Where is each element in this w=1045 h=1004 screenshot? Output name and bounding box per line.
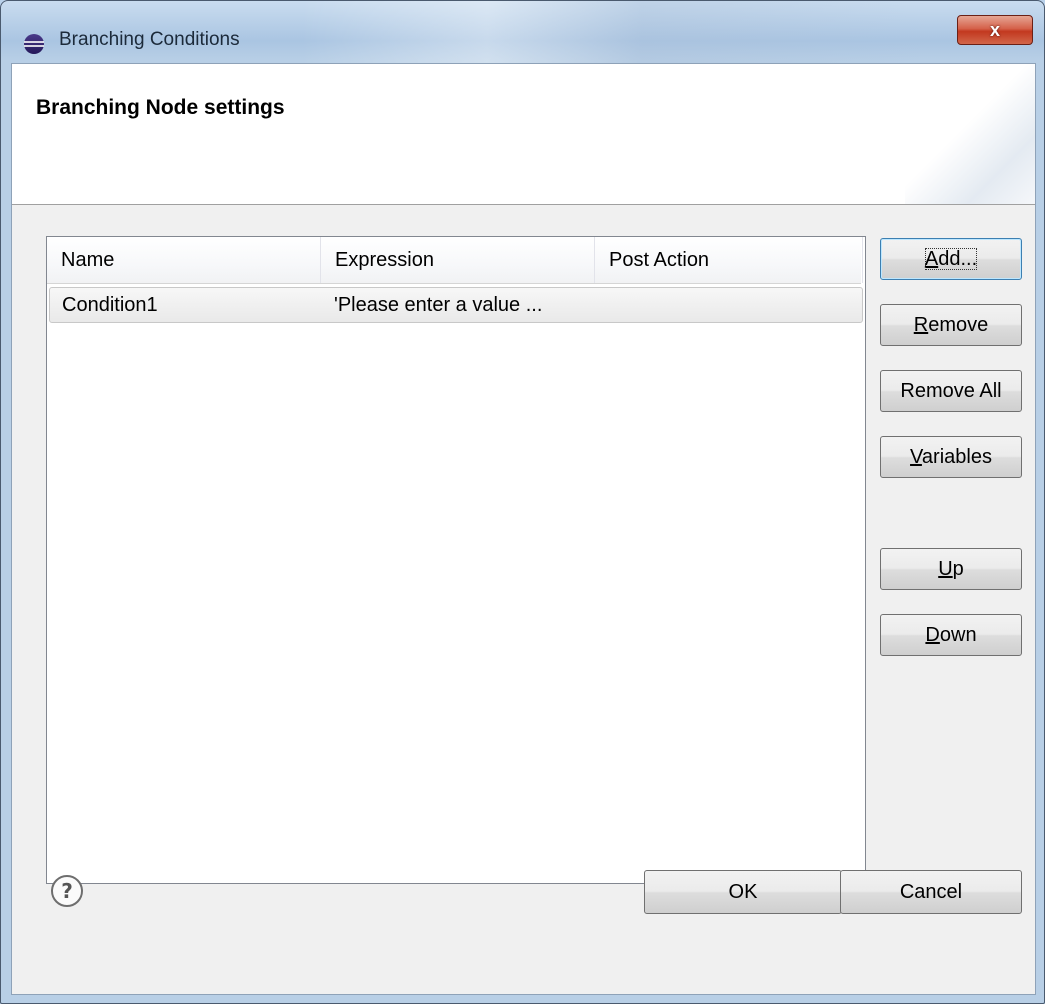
add-label: dd... [938,248,978,270]
down-label: own [939,624,977,646]
up-mnemonic: U [938,558,953,580]
window-title: Branching Conditions [59,29,240,50]
table-header: Name Expression Post Action [47,237,863,284]
up-label: p [952,558,964,580]
remove-label: emove [928,314,989,336]
variables-mnemonic: V [910,446,922,468]
svg-text:?: ? [61,879,73,903]
variables-label: ariables [921,446,992,468]
cell-post-action [596,288,862,322]
remove-mnemonic: R [913,314,929,336]
up-button[interactable]: Up [880,548,1022,590]
add-button[interactable]: Add... [880,238,1022,280]
table-row[interactable]: Condition1 'Please enter a value ... [49,287,863,323]
cancel-button[interactable]: Cancel [840,870,1022,914]
conditions-table[interactable]: Name Expression Post Action Condition1 '… [46,236,866,884]
column-header-post-action[interactable]: Post Action [595,237,863,283]
dialog-window: Branching Conditions x Branching Node se… [0,0,1045,1004]
close-icon: x [989,20,1000,40]
remove-all-button[interactable]: Remove All [880,370,1022,412]
down-button[interactable]: Down [880,614,1022,656]
remove-all-label: Remove All [900,380,1002,402]
page-title: Branching Node settings [36,96,285,119]
cell-expression: 'Please enter a value ... [334,294,543,316]
variables-button[interactable]: Variables [880,436,1022,478]
help-question-icon[interactable]: ? [50,874,84,908]
close-button[interactable]: x [957,15,1033,45]
title-bar[interactable]: Branching Conditions x [1,1,1044,63]
cell-name: Condition1 [62,294,158,316]
add-mnemonic: A [924,248,939,270]
dialog-client-area: Branching Node settings Name Expression … [11,63,1036,995]
remove-button[interactable]: Remove [880,304,1022,346]
down-mnemonic: D [925,624,940,646]
eclipse-app-icon [24,34,44,54]
cancel-label: Cancel [899,881,963,903]
title-area: Branching Node settings [12,64,1035,205]
ok-button[interactable]: OK [644,870,842,914]
ok-label: OK [728,881,758,903]
column-header-name[interactable]: Name [47,237,321,283]
column-header-expression[interactable]: Expression [321,237,595,283]
